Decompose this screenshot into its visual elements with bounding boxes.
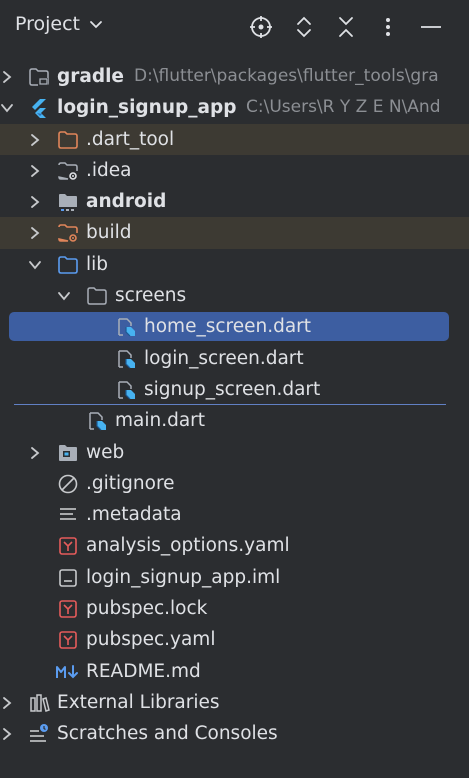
yaml-file-icon <box>59 537 77 556</box>
tree-item-label: .dart_tool <box>86 128 175 150</box>
project-view-selector[interactable]: Project <box>15 13 103 35</box>
hide-icon[interactable] <box>418 14 444 40</box>
tree-item-path: D:\flutter\packages\flutter_tools\gra <box>134 66 439 86</box>
tree-item-label: .gitignore <box>86 472 175 494</box>
tree-item-external-libraries[interactable]: External Libraries <box>0 687 469 718</box>
chevron-right-icon[interactable] <box>0 70 14 84</box>
options-icon[interactable] <box>375 14 401 40</box>
tree-item-build[interactable]: build <box>0 217 469 249</box>
ignore-file-icon <box>58 474 78 494</box>
tree-item-label: pubspec.yaml <box>86 629 216 651</box>
yaml-file-icon <box>59 631 77 650</box>
tree-item-label: gradle <box>57 66 124 87</box>
chevron-right-icon[interactable] <box>28 133 42 147</box>
tree-item-label: web <box>86 441 125 463</box>
project-tool-window-header: Project <box>0 0 469 54</box>
tree-item-analysis-options-yaml[interactable]: analysis_options.yaml <box>0 530 469 561</box>
tree-item-android[interactable]: android <box>0 186 469 217</box>
text-file-icon <box>60 508 76 520</box>
tree-item-idea[interactable]: .idea <box>0 155 469 186</box>
module-file-icon <box>59 568 77 587</box>
tree-item-label: build <box>86 222 132 244</box>
tree-item-iml[interactable]: login_signup_app.iml <box>0 562 469 593</box>
chevron-right-icon[interactable] <box>0 696 14 710</box>
tree-item-label: login_screen.dart <box>144 347 304 369</box>
tree-item-label: screens <box>115 285 187 307</box>
folder-icon <box>29 68 49 86</box>
tree-item-label: pubspec.lock <box>86 598 208 620</box>
tree-item-label: home_screen.dart <box>144 316 312 338</box>
tree-item-lib[interactable]: lib <box>0 249 469 280</box>
tree-item-dart-tool[interactable]: .dart_tool <box>0 123 469 155</box>
tree-item-web[interactable]: web <box>0 437 469 468</box>
tree-item-label: lib <box>86 253 109 275</box>
tree-item-gradle[interactable]: gradle D:\flutter\packages\flutter_tools… <box>0 61 469 92</box>
tree-item-pubspec-lock[interactable]: pubspec.lock <box>0 593 469 624</box>
tree-item-label: signup_screen.dart <box>144 378 321 400</box>
tree-item-metadata[interactable]: .metadata <box>0 499 469 530</box>
flutter-icon <box>32 99 46 119</box>
web-folder-icon <box>59 444 77 461</box>
tree-item-scratches[interactable]: Scratches and Consoles <box>0 718 469 749</box>
tree-item-label: login_signup_app.iml <box>86 566 281 588</box>
scratches-icon <box>30 724 48 743</box>
tree-item-project-root[interactable]: login_signup_app C:\Users\R Y Z E N\And <box>0 92 469 123</box>
chevron-down-icon[interactable] <box>0 101 14 115</box>
dart-file-icon <box>118 318 135 337</box>
settings-folder-icon <box>58 162 78 180</box>
tree-item-label: Scratches and Consoles <box>57 723 278 745</box>
excluded-folder-icon <box>58 130 78 149</box>
chevron-down-icon[interactable] <box>57 289 71 303</box>
select-opened-file-icon[interactable] <box>248 14 274 40</box>
tree-item-label: main.dart <box>115 410 206 432</box>
source-folder-icon <box>58 255 78 274</box>
tree-item-label: .metadata <box>86 504 182 526</box>
project-tree: gradle D:\flutter\packages\flutter_tools… <box>0 61 469 750</box>
tree-item-label: analysis_options.yaml <box>86 535 290 557</box>
folder-icon <box>87 287 107 305</box>
tree-item-pubspec-yaml[interactable]: pubspec.yaml <box>0 624 469 655</box>
tree-item-gitignore[interactable]: .gitignore <box>0 468 469 499</box>
chevron-right-icon[interactable] <box>28 195 42 209</box>
chevron-down-icon[interactable] <box>28 258 42 272</box>
chevron-right-icon[interactable] <box>28 446 42 460</box>
dart-file-icon <box>89 412 106 431</box>
chevron-right-icon[interactable] <box>28 164 42 178</box>
tree-item-label: android <box>86 191 167 213</box>
tree-item-main-dart[interactable]: main.dart <box>0 405 469 436</box>
tree-item-label: External Libraries <box>57 691 220 713</box>
tree-item-path: C:\Users\R Y Z E N\And <box>246 97 441 118</box>
chevron-right-icon[interactable] <box>28 226 42 240</box>
expand-all-icon[interactable] <box>291 14 317 40</box>
tree-item-home-screen-dart[interactable]: home_screen.dart <box>0 311 469 342</box>
tree-item-login-screen-dart[interactable]: login_screen.dart <box>0 343 469 374</box>
tree-item-label: README.md <box>86 660 201 682</box>
dart-file-icon <box>118 381 135 400</box>
collapse-all-icon[interactable] <box>333 14 359 40</box>
project-title: Project <box>15 13 81 35</box>
dart-file-icon <box>118 349 135 369</box>
tree-item-readme[interactable]: README.md <box>0 656 469 687</box>
tree-item-screens[interactable]: screens <box>0 280 469 311</box>
library-icon <box>30 694 50 712</box>
chevron-right-icon[interactable] <box>0 727 14 741</box>
yaml-file-icon <box>59 600 77 618</box>
chevron-down-icon <box>90 21 102 29</box>
excluded-output-folder-icon <box>58 224 78 243</box>
tree-item-label: login_signup_app <box>57 97 237 119</box>
tree-item-signup-screen-dart[interactable]: signup_screen.dart <box>0 374 469 406</box>
tree-item-label: .idea <box>86 159 132 181</box>
module-folder-icon <box>59 194 77 212</box>
markdown-file-icon <box>56 664 78 679</box>
